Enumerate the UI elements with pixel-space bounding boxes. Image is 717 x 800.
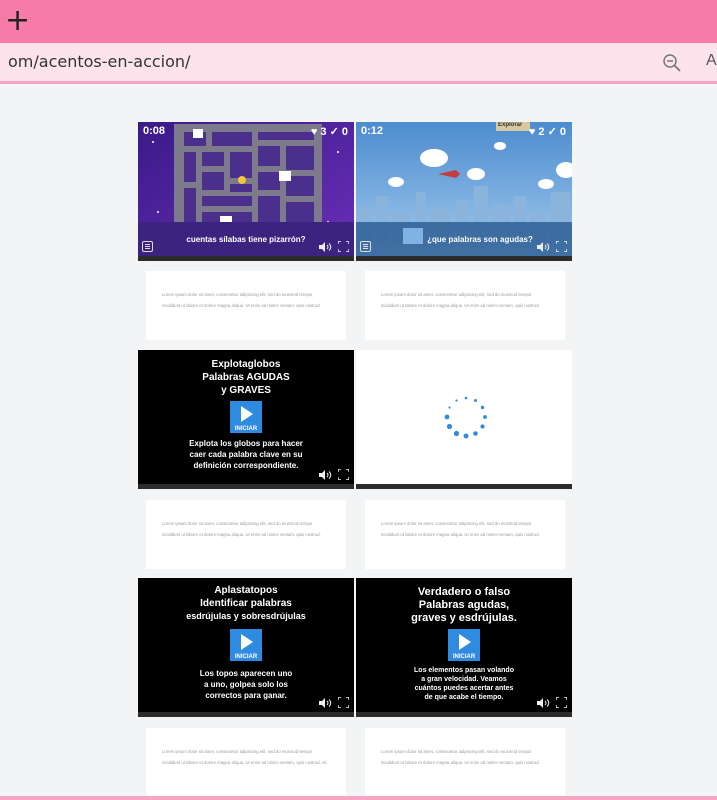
play-icon (459, 634, 471, 650)
menu-icon[interactable] (360, 241, 371, 252)
likes-counter: ♥ 3 ✓ 0 (310, 126, 348, 138)
volume-icon[interactable] (536, 698, 550, 708)
fullscreen-icon[interactable] (556, 697, 567, 708)
volume-icon[interactable] (536, 242, 550, 252)
game-maze[interactable]: 0:08 ♥ 3 ✓ 0 cuentas sílabas tiene pizar… (138, 122, 354, 261)
start-button[interactable]: INICIAR (230, 629, 262, 661)
volume-icon[interactable] (318, 698, 332, 708)
card-text: Lorem ipsum dolor sit amet, consectetur … (381, 521, 540, 537)
new-tab-button[interactable]: + (5, 3, 30, 39)
game-footer (356, 712, 572, 717)
tab-bar: + (0, 0, 717, 43)
game-city[interactable]: Explorar 0:12 ♥ 2 ✓ 0 ¿que palabras son … (356, 122, 572, 261)
start-button[interactable]: INICIAR (230, 401, 262, 433)
game-verdadero-falso[interactable]: Verdadero o falso Palabras agudas, grave… (356, 578, 572, 717)
game-description: Los topos aparecen uno a uno, golpea sol… (199, 669, 293, 700)
play-icon (241, 406, 253, 422)
fullscreen-icon[interactable] (556, 241, 567, 252)
game-footer (138, 484, 354, 489)
page-content: 0:08 ♥ 3 ✓ 0 cuentas sílabas tiene pizar… (10, 84, 717, 800)
zoom-out-icon[interactable] (662, 53, 682, 73)
reader-mode-button[interactable]: A (706, 52, 717, 70)
address-bar[interactable]: om/acentos-en-accion/ A (0, 43, 717, 84)
game-title: Verdadero o falso Palabras agudas, grave… (411, 586, 517, 624)
game-description: Los elementos pasan volando a gran veloc… (414, 667, 514, 701)
description-card: Lorem ipsum dolor sit amet, consectetur … (146, 500, 346, 569)
card-text: Lorem ipsum dolor sit amet, consectetur … (162, 292, 321, 308)
menu-icon[interactable] (142, 241, 153, 252)
game-description: Explota los globos para hacer caer cada … (189, 439, 303, 470)
game-title: Aplastatopos Identificar palabras esdrúj… (186, 585, 306, 621)
volume-icon[interactable] (318, 242, 332, 252)
likes-counter: ♥ 2 ✓ 0 (528, 126, 566, 138)
game-footer (356, 256, 572, 261)
game-loading (356, 350, 572, 489)
game-footer (138, 256, 354, 261)
card-text: Lorem ipsum dolor sit amet, consectetur … (381, 292, 540, 308)
description-card: Lorem ipsum dolor sit amet, consectetur … (365, 728, 565, 797)
game-footer (356, 484, 572, 489)
card-text: Lorem ipsum dolor sit amet, consectetur … (162, 749, 328, 765)
description-card: Lorem ipsum dolor sit amet, consectetur … (146, 728, 346, 797)
fullscreen-icon[interactable] (338, 469, 349, 480)
description-card: Lorem ipsum dolor sit amet, consectetur … (365, 271, 565, 340)
game-explotaglobos[interactable]: Explotaglobos Palabras AGUDAS y GRAVES I… (138, 350, 354, 489)
loading-spinner-icon (444, 396, 487, 439)
fullscreen-icon[interactable] (338, 241, 349, 252)
description-card: Lorem ipsum dolor sit amet, consectetur … (146, 271, 346, 340)
volume-icon[interactable] (318, 470, 332, 480)
fullscreen-icon[interactable] (338, 697, 349, 708)
game-aplastatopos[interactable]: Aplastatopos Identificar palabras esdrúj… (138, 578, 354, 717)
top-banner: Explorar (498, 122, 523, 128)
description-card: Lorem ipsum dolor sit amet, consectetur … (365, 500, 565, 569)
url-text[interactable]: om/acentos-en-accion/ (8, 52, 190, 71)
start-button[interactable]: INICIAR (448, 629, 480, 661)
game-timer: 0:12 (361, 125, 384, 137)
card-text: Lorem ipsum dolor sit amet, consectetur … (162, 521, 321, 537)
bottom-border (0, 796, 717, 800)
game-timer: 0:08 (143, 125, 166, 137)
game-title: Explotaglobos Palabras AGUDAS y GRAVES (202, 359, 290, 396)
game-footer (138, 712, 354, 717)
play-icon (241, 634, 253, 650)
card-text: Lorem ipsum dolor sit amet, consectetur … (381, 749, 540, 765)
